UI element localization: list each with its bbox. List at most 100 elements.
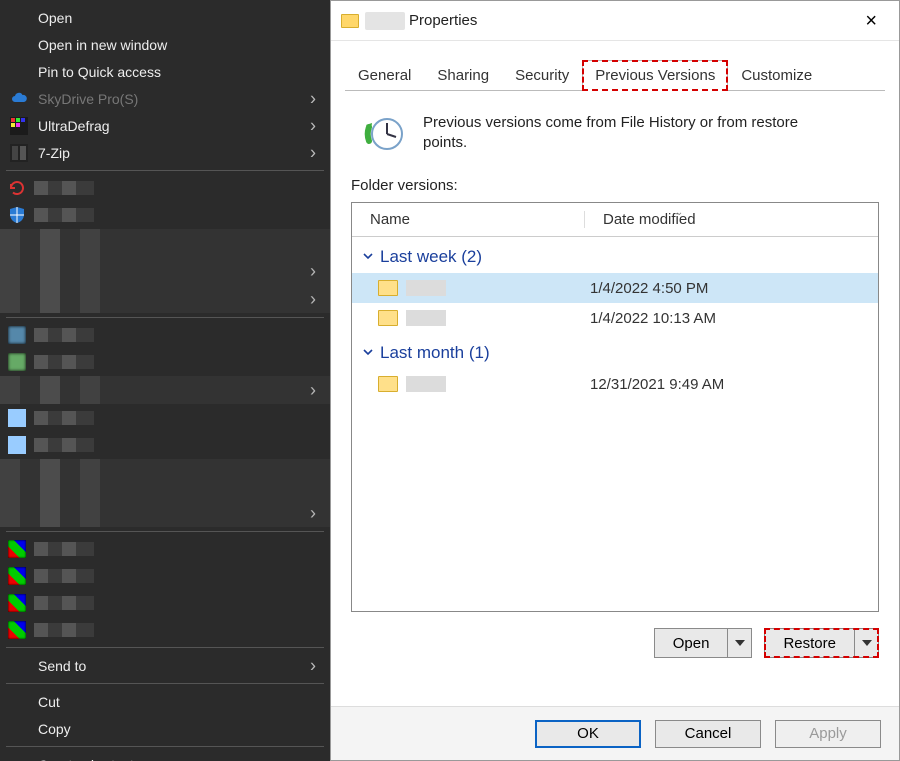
shield-icon (8, 206, 26, 224)
separator (6, 317, 324, 318)
app-icon (8, 436, 26, 454)
restore-button-dropdown[interactable] (854, 629, 878, 657)
tab-label: Previous Versions (595, 67, 715, 84)
version-date: 1/4/2022 4:50 PM (584, 280, 878, 297)
tab-customize[interactable]: Customize (728, 60, 825, 91)
undo-icon (8, 179, 26, 197)
separator (6, 683, 324, 684)
app-icon (8, 353, 26, 371)
tab-body: Previous versions come from File History… (331, 91, 899, 706)
folder-name-obscured (406, 376, 446, 392)
folder-icon (378, 376, 398, 392)
group-header[interactable]: Last week (2) (352, 237, 878, 273)
ctx-cut-label: Cut (38, 694, 60, 710)
folder-name-obscured (406, 310, 446, 326)
properties-dialog: Properties × General Sharing Security Pr… (330, 0, 900, 761)
column-name-label: Name (370, 211, 410, 228)
info-row: Previous versions come from File History… (351, 107, 879, 177)
separator (6, 531, 324, 532)
ctx-obscured[interactable] (0, 536, 330, 562)
submenu-chevron-icon (310, 380, 316, 401)
chevron-down-icon (362, 343, 374, 363)
ctx-skydrive[interactable]: SkyDrive Pro(S) (0, 85, 330, 112)
tab-label: Sharing (437, 67, 489, 84)
ctx-obscured[interactable] (0, 617, 330, 643)
list-header: Name ⌄ Date modified (352, 203, 878, 237)
submenu-chevron-icon (310, 289, 316, 310)
version-row[interactable]: 12/31/2021 9:49 AM (352, 369, 878, 399)
column-date[interactable]: ⌄ Date modified (584, 211, 878, 228)
ctx-obscured[interactable] (0, 285, 330, 313)
ctx-obscured[interactable] (0, 432, 330, 458)
app-icon (8, 409, 26, 427)
ctx-send-to-label: Send to (38, 658, 86, 674)
open-button-dropdown[interactable] (727, 629, 751, 657)
caret-down-icon (735, 640, 745, 646)
titlebar[interactable]: Properties × (331, 1, 899, 41)
ctx-pin-quick-access[interactable]: Pin to Quick access (0, 58, 330, 85)
folder-versions-label: Folder versions: (351, 177, 879, 194)
group-title: Last month (1) (380, 343, 490, 363)
ctx-open[interactable]: Open (0, 4, 330, 31)
folder-name-obscured (406, 280, 446, 296)
restore-button-label: Restore (765, 629, 854, 657)
ctx-copy-label: Copy (38, 721, 71, 737)
open-button[interactable]: Open (654, 628, 753, 658)
ctx-7zip[interactable]: 7-Zip (0, 139, 330, 166)
tab-previous-versions[interactable]: Previous Versions (582, 60, 728, 91)
close-button[interactable]: × (853, 5, 889, 37)
submenu-chevron-icon (310, 261, 316, 282)
separator (6, 647, 324, 648)
group-header[interactable]: Last month (1) (352, 333, 878, 369)
ctx-obscured[interactable] (0, 175, 330, 201)
ctx-obscured[interactable] (0, 376, 330, 404)
restore-button[interactable]: Restore (764, 628, 879, 658)
ctx-copy[interactable]: Copy (0, 715, 330, 742)
ctx-obscured[interactable] (0, 563, 330, 589)
ctx-cut[interactable]: Cut (0, 688, 330, 715)
title-name-obscured (365, 12, 405, 30)
context-menu: Open Open in new window Pin to Quick acc… (0, 0, 330, 761)
submenu-chevron-icon (310, 503, 316, 524)
ctx-obscured[interactable] (0, 499, 330, 527)
tab-general[interactable]: General (345, 60, 424, 91)
folder-icon (341, 14, 359, 28)
apply-button-label: Apply (809, 725, 847, 742)
tab-security[interactable]: Security (502, 60, 582, 91)
ctx-obscured[interactable] (0, 405, 330, 431)
versions-listbox[interactable]: Name ⌄ Date modified Last week (2) (351, 202, 879, 612)
version-row[interactable]: 1/4/2022 10:13 AM (352, 303, 878, 333)
ctx-obscured[interactable] (0, 229, 330, 257)
folder-icon (378, 280, 398, 296)
ctx-obscured[interactable] (0, 349, 330, 375)
app-icon (8, 621, 26, 639)
dialog-footer: OK Cancel Apply (331, 706, 899, 760)
ctx-obscured[interactable] (0, 257, 330, 285)
ctx-obscured[interactable] (0, 322, 330, 348)
ctx-open-new-window[interactable]: Open in new window (0, 31, 330, 58)
separator (6, 170, 324, 171)
ctx-obscured[interactable] (0, 202, 330, 228)
version-date: 12/31/2021 9:49 AM (584, 376, 878, 393)
app-icon (8, 567, 26, 585)
ctx-create-shortcut-label: Create shortcut (38, 757, 134, 761)
cancel-button[interactable]: Cancel (655, 720, 761, 748)
submenu-chevron-icon (310, 655, 316, 676)
sevenzip-icon (10, 144, 28, 162)
version-row[interactable]: 1/4/2022 4:50 PM (352, 273, 878, 303)
sort-indicator-icon: ⌄ (675, 207, 683, 218)
ctx-7zip-label: 7-Zip (38, 145, 70, 161)
ctx-obscured[interactable] (0, 590, 330, 616)
caret-down-icon (862, 640, 872, 646)
ctx-obscured[interactable] (0, 459, 330, 499)
ok-button[interactable]: OK (535, 720, 641, 748)
ctx-send-to[interactable]: Send to (0, 652, 330, 679)
cancel-button-label: Cancel (685, 725, 732, 742)
submenu-chevron-icon (310, 115, 316, 136)
app-icon (8, 594, 26, 612)
tab-sharing[interactable]: Sharing (424, 60, 502, 91)
column-name[interactable]: Name (352, 211, 584, 228)
ctx-create-shortcut[interactable]: Create shortcut (0, 751, 330, 761)
submenu-chevron-icon (310, 142, 316, 163)
ctx-ultradefrag[interactable]: UltraDefrag (0, 112, 330, 139)
